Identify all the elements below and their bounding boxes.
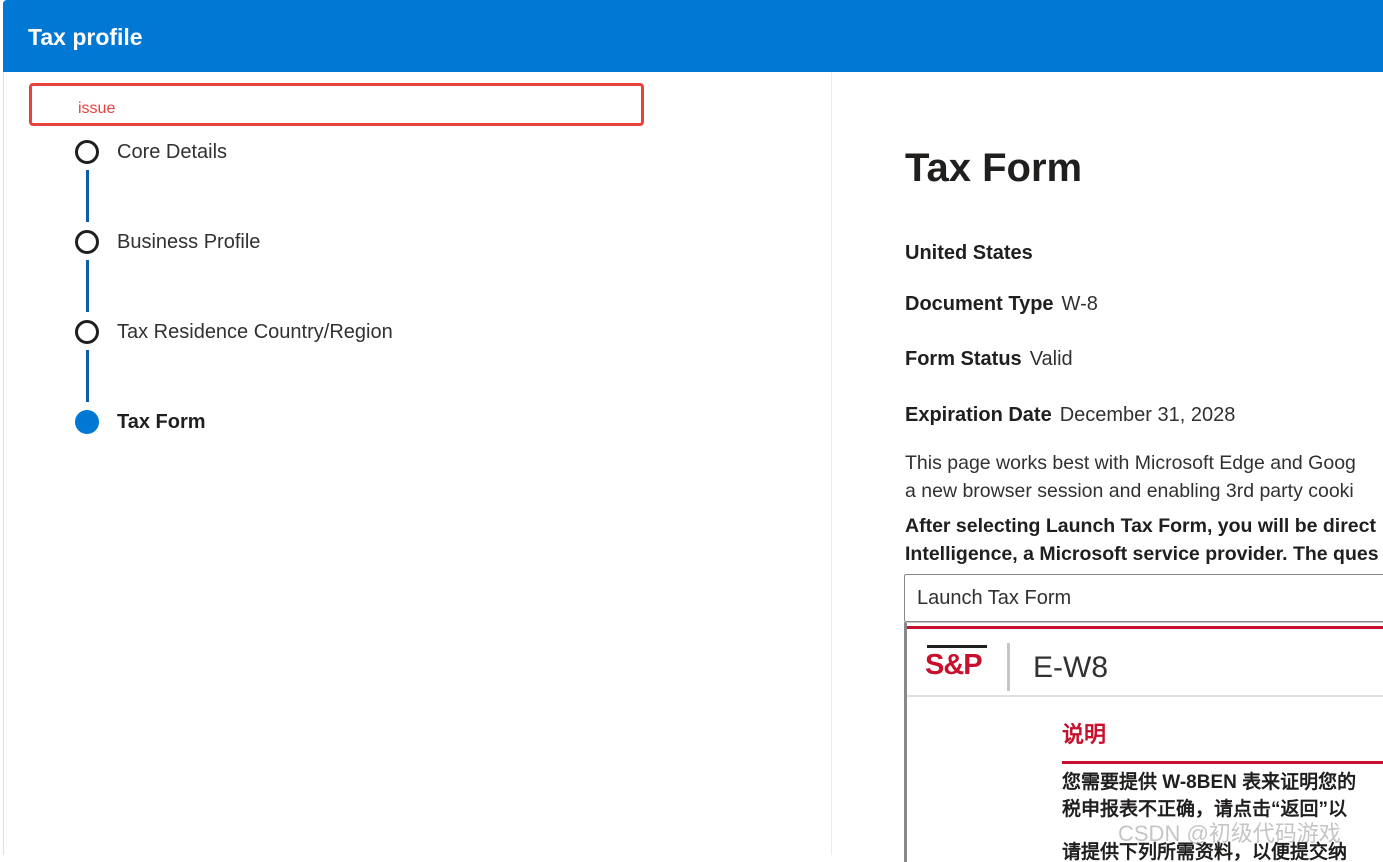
expiration-date-value: December 31, 2028: [1059, 404, 1236, 426]
heading-rule: [1062, 761, 1383, 764]
step-circle-icon: [75, 140, 99, 164]
instruction-line: 您需要提供 W-8BEN 表来证明您的: [1062, 772, 1357, 793]
panel-divider: [831, 72, 832, 855]
country-value: United States: [905, 242, 1033, 264]
instructions-heading: 说明: [1062, 722, 1107, 747]
logo-bar: [927, 645, 987, 648]
form-name: E-W8: [1033, 651, 1108, 684]
issue-highlight-box: issue: [29, 83, 644, 126]
form-status-field: Form Status Valid: [905, 347, 1073, 371]
notice-line: Intelligence, a Microsoft service provid…: [905, 543, 1379, 565]
browser-info-text: This page works best with Microsoft Edge…: [905, 449, 1383, 505]
header-divider: [907, 695, 1383, 697]
launch-tax-form-button[interactable]: Launch Tax Form: [904, 574, 1383, 622]
document-type-label: Document Type: [905, 293, 1054, 315]
document-type-field: Document Type W-8: [905, 292, 1098, 316]
app-header: Tax profile: [3, 0, 1383, 72]
redirect-notice-text: After selecting Launch Tax Form, you wil…: [905, 512, 1383, 568]
watermark: CSDN @初级代码游戏: [1118, 821, 1341, 846]
brand-top-line: [907, 626, 1383, 629]
step-connector: [86, 260, 89, 312]
step-active-circle-icon: [75, 410, 99, 434]
step-circle-icon: [75, 230, 99, 254]
left-border: [3, 72, 4, 855]
step-connector: [86, 170, 89, 222]
logo-separator: [1007, 643, 1010, 691]
country-field: United States: [905, 241, 1033, 265]
page-title: Tax profile: [28, 24, 143, 50]
step-label: Tax Residence Country/Region: [117, 321, 393, 343]
step-label: Core Details: [117, 141, 228, 163]
notice-line: After selecting Launch Tax Form, you wil…: [905, 515, 1376, 537]
step-connector: [86, 350, 89, 402]
sp-logo: S&P: [925, 649, 983, 681]
info-line: a new browser session and enabling 3rd p…: [905, 480, 1354, 502]
step-circle-icon: [75, 320, 99, 344]
expiration-date-label: Expiration Date: [905, 404, 1052, 426]
info-line: This page works best with Microsoft Edge…: [905, 452, 1356, 474]
step-label: Business Profile: [117, 231, 261, 253]
form-status-label: Form Status: [905, 348, 1022, 370]
step-label: Tax Form: [117, 411, 206, 433]
document-type-value: W-8: [1061, 293, 1098, 315]
form-title: Tax Form: [905, 146, 1083, 190]
issue-label: issue: [78, 100, 116, 117]
form-status-value: Valid: [1029, 348, 1073, 370]
expiration-date-field: Expiration Date December 31, 2028: [905, 403, 1235, 427]
